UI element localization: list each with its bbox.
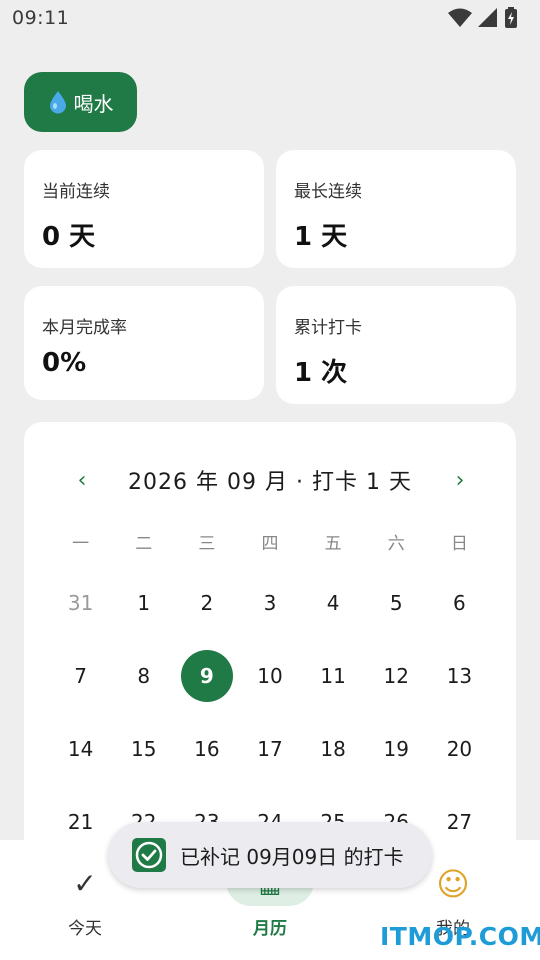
smiley-icon: ☺ [436,865,470,903]
calendar-day-number: 4 [326,591,340,615]
habit-name: 喝水 [73,91,114,116]
weekday-label: 二 [135,534,153,554]
checkbox-checked-icon [132,838,166,872]
calendar-day-number: 16 [194,737,220,761]
calendar-day[interactable]: 10 [238,650,301,702]
calendar-week-row: 7 8 9 10 11 12 13 [49,650,491,702]
total-checkins-label: 累计打卡 [294,318,362,338]
status-icons [448,7,518,29]
calendar-day[interactable]: 1 [112,577,175,629]
calendar-day-number: 14 [67,737,94,761]
month-completion-value: 0% [42,348,87,378]
calendar-day-number: 6 [453,591,466,615]
calendar-day-number: 31 [67,591,94,615]
calendar-day-number: 8 [137,664,151,688]
longest-streak-label: 最长连续 [294,182,362,202]
status-bar: 09:11 [0,0,540,36]
water-drop-icon [49,91,66,114]
month-calendar: ‹ 2026 年 09 月 · 打卡 1 天 › 一 二 三 四 五 六 日 3… [24,422,516,882]
battery-charging-icon [505,7,517,28]
weekday-label: 三 [198,534,216,554]
weekday-label: 日 [450,534,468,554]
next-month-button[interactable]: › [442,462,478,498]
tab-today-label: 今天 [68,919,102,939]
calendar-day-number: 5 [389,591,403,615]
calendar-day-number: 15 [130,737,157,761]
calendar-day[interactable]: 2 [175,577,238,629]
calendar-day-number: 27 [446,810,473,834]
weekday-label: 五 [324,534,342,554]
calendar-day[interactable]: 12 [365,650,428,702]
weekday-label: 一 [72,534,90,554]
calendar-day-number: 21 [67,810,94,834]
calendar-day-number: 1 [137,591,151,615]
calendar-day-number: 9 [180,650,233,702]
calendar-day-number: 19 [383,737,409,761]
toast-text: 已补记 09月09日 的打卡 [180,844,404,869]
calendar-day-number: 20 [446,737,473,761]
total-checkins-card: 累计打卡 1 次 [276,286,516,404]
calendar-day-number: 3 [263,591,277,615]
toast-message: 已补记 09月09日 的打卡 [108,822,432,888]
calendar-week-row: 14 15 16 17 18 19 20 [49,723,491,775]
calendar-day[interactable]: 11 [302,650,365,702]
calendar-day-number: 10 [257,664,283,688]
calendar-day[interactable]: 17 [238,723,301,775]
calendar-day[interactable]: 6 [428,577,491,629]
calendar-day-number: 18 [320,737,346,761]
calendar-day[interactable]: 13 [428,650,491,702]
calendar-day-number: 12 [383,664,409,688]
current-streak-value: 0 天 [42,222,96,252]
calendar-day[interactable]: 14 [49,723,112,775]
calendar-day[interactable]: 19 [365,723,428,775]
current-streak-card: 当前连续 0 天 [24,150,264,268]
longest-streak-card: 最长连续 1 天 [276,150,516,268]
calendar-day[interactable]: 18 [302,723,365,775]
calendar-day[interactable]: 5 [365,577,428,629]
calendar-day-number: 2 [200,591,214,615]
calendar-day[interactable]: 31 [49,577,112,629]
weekday-label: 四 [261,534,279,554]
calendar-day[interactable]: 3 [238,577,301,629]
calendar-day-number: 13 [446,664,473,688]
status-time: 09:11 [12,7,70,29]
month-completion-card: 本月完成率 0% [24,286,264,400]
cellular-signal-icon [478,8,497,27]
calendar-day[interactable]: 15 [112,723,175,775]
longest-streak-value: 1 天 [294,222,348,252]
calendar-day[interactable]: 16 [175,723,238,775]
calendar-day-number: 17 [257,737,283,761]
check-icon: ✓ [73,867,97,900]
tab-calendar-label: 月历 [253,919,287,939]
calendar-week-row: 31 1 2 3 4 5 6 [49,577,491,629]
calendar-day-selected[interactable]: 9 [175,650,238,702]
calendar-day[interactable]: 7 [49,650,112,702]
wifi-icon [448,8,472,27]
calendar-day[interactable]: 8 [112,650,175,702]
total-checkins-value: 1 次 [294,358,348,388]
calendar-day[interactable]: 4 [302,577,365,629]
habit-chip[interactable]: 喝水 [24,72,137,132]
calendar-day-number: 7 [74,664,87,688]
weekday-header: 一 二 三 四 五 六 日 [49,530,491,558]
calendar-day-number: 11 [320,664,346,688]
month-completion-label: 本月完成率 [42,318,127,338]
watermark: ITMOP.COM [380,922,540,951]
current-streak-label: 当前连续 [42,182,110,202]
weekday-label: 六 [387,534,405,554]
calendar-day[interactable]: 20 [428,723,491,775]
